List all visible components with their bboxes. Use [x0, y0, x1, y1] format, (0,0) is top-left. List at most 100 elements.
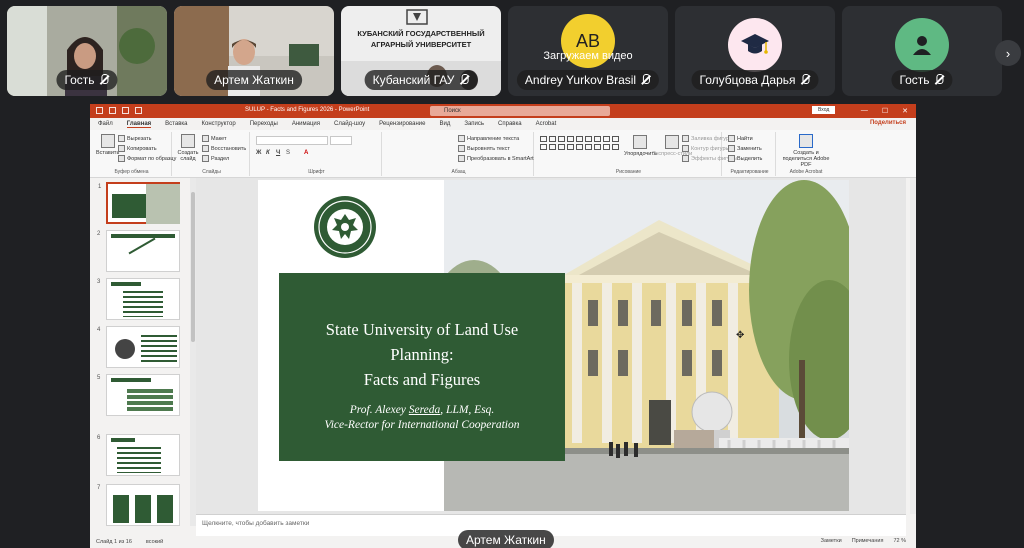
- reset-button[interactable]: Восстановить: [202, 145, 246, 152]
- shapes-gallery[interactable]: [540, 136, 619, 150]
- search-icon: [728, 135, 735, 142]
- font-color-icon[interactable]: A: [304, 150, 308, 156]
- underline-icon[interactable]: Ч: [276, 150, 280, 156]
- title-box[interactable]: State University of Land Use Planning: F…: [279, 273, 565, 461]
- participant-tile-guest-2[interactable]: Гость: [842, 6, 1002, 96]
- drawing-group: Упорядочить Экспресс-стили Заливка фигур…: [536, 132, 737, 176]
- next-participants-button[interactable]: ›: [995, 40, 1021, 66]
- mic-off-icon: [459, 74, 469, 86]
- tab-insert[interactable]: Вставка: [165, 121, 187, 127]
- share-button[interactable]: Поделиться: [870, 120, 906, 126]
- shape-outline-button[interactable]: Контур фигуры: [682, 145, 729, 152]
- avatar: [895, 18, 949, 72]
- slide-title-line: Planning:: [390, 345, 454, 364]
- select-label: Выделить: [737, 155, 763, 162]
- font-group: Ж К Ч S A Шрифт: [252, 132, 382, 176]
- tab-slideshow[interactable]: Слайд-шоу: [334, 121, 365, 127]
- participant-tile-kubsau[interactable]: КУБАНСКИЙ ГОСУДАРСТВЕННЫЙ АГРАРНЫЙ УНИВЕ…: [341, 6, 501, 96]
- slide-counter: Слайд 1 из 16: [96, 539, 132, 545]
- mic-off-icon: [641, 74, 651, 86]
- new-slide-button[interactable]: Создать слайд: [178, 134, 198, 162]
- tab-acrobat[interactable]: Acrobat: [536, 121, 557, 127]
- scroll-thumb[interactable]: [191, 192, 195, 342]
- tab-review[interactable]: Рецензирование: [379, 121, 425, 127]
- editing-group: Найти Заменить Выделить Редактирование: [724, 132, 776, 176]
- section-label: Раздел: [211, 155, 230, 162]
- slide-thumbnail[interactable]: 5: [97, 374, 180, 416]
- font-family-select[interactable]: [256, 136, 328, 145]
- participant-name: Голубцова Дарья: [691, 70, 819, 90]
- save-icon[interactable]: [109, 107, 116, 114]
- participant-tile-golubtsova[interactable]: Голубцова Дарья: [675, 6, 835, 96]
- kubsau-banner-line1: КУБАНСКИЙ ГОСУДАРСТВЕННЫЙ: [357, 29, 485, 38]
- cut-button[interactable]: Вырезать: [118, 135, 151, 142]
- accessibility-status[interactable]: всокий: [146, 539, 163, 545]
- slides-group-label: Слайды: [202, 169, 221, 175]
- tab-help[interactable]: Справка: [498, 121, 522, 127]
- minimize-icon[interactable]: —: [861, 107, 868, 115]
- tab-view[interactable]: Вид: [439, 121, 450, 127]
- mic-off-icon: [100, 74, 110, 86]
- slide-thumbnail[interactable]: 7: [97, 484, 180, 526]
- close-icon[interactable]: ✕: [902, 107, 908, 115]
- find-button[interactable]: Найти: [728, 135, 753, 142]
- bold-icon[interactable]: Ж: [256, 150, 261, 156]
- participant-name-text: Andrey Yurkov Brasil: [524, 73, 637, 87]
- replace-button[interactable]: Заменить: [728, 145, 762, 152]
- tab-design[interactable]: Конструктор: [201, 121, 235, 127]
- tab-file[interactable]: Файл: [98, 121, 113, 127]
- align-text-button[interactable]: Выровнять текст: [458, 145, 510, 152]
- copy-button[interactable]: Копировать: [118, 145, 157, 152]
- slide-thumbnail[interactable]: 2: [97, 230, 180, 272]
- slide-thumbnail[interactable]: 4: [97, 326, 180, 368]
- italic-icon[interactable]: К: [266, 150, 270, 156]
- zoom-level[interactable]: 72 %: [893, 538, 906, 544]
- maximize-icon[interactable]: ☐: [882, 107, 888, 115]
- slide-number: 4: [97, 327, 101, 333]
- slide-scrollbar[interactable]: [910, 178, 916, 514]
- align-text-icon: [458, 145, 465, 152]
- select-button[interactable]: Выделить: [728, 155, 762, 162]
- tab-animations[interactable]: Анимация: [292, 121, 320, 127]
- document-title: SULUP - Facts and Figures 2026 - PowerPo…: [245, 107, 370, 113]
- tab-transitions[interactable]: Переходы: [250, 121, 278, 127]
- author-suffix: , LLM, Esq.: [440, 404, 495, 416]
- participant-tile-andrey[interactable]: AB Загружаем видео Andrey Yurkov Brasil: [508, 6, 668, 96]
- redo-icon[interactable]: [135, 107, 142, 114]
- strikethrough-icon[interactable]: S: [286, 150, 290, 156]
- section-button[interactable]: Раздел: [202, 155, 229, 162]
- search-input[interactable]: Поиск: [430, 106, 610, 116]
- tab-record[interactable]: Запись: [464, 121, 484, 127]
- slide-thumbnail[interactable]: 6: [97, 434, 180, 476]
- outline-icon: [682, 145, 689, 152]
- participant-tile-guest-1[interactable]: Гость: [7, 6, 167, 96]
- mic-off-icon: [935, 74, 945, 86]
- arrange-icon: [633, 135, 648, 149]
- participant-tile-artem[interactable]: Артем Жаткин: [174, 6, 334, 96]
- layout-button[interactable]: Макет: [202, 135, 227, 142]
- ribbon-tabs: Файл Главная Вставка Конструктор Переход…: [90, 118, 916, 130]
- slide-number: 7: [97, 485, 101, 491]
- slide-thumbnail[interactable]: 1: [98, 182, 180, 224]
- notes-toggle-button[interactable]: Заметки: [821, 538, 842, 544]
- move-cursor-icon: ✥: [736, 330, 745, 341]
- participant-name-text: Гость: [899, 73, 930, 87]
- slide-1[interactable]: State University of Land Use Planning: F…: [258, 180, 849, 511]
- adobe-pdf-button[interactable]: Создать и поделиться Adobe PDF: [782, 134, 830, 168]
- participant-name: Гость: [891, 70, 953, 90]
- tab-home[interactable]: Главная: [126, 121, 152, 128]
- font-group-label: Шрифт: [308, 169, 325, 175]
- slide-thumbnail[interactable]: 3: [97, 278, 180, 320]
- format-painter-button[interactable]: Формат по образцу: [118, 155, 176, 162]
- paste-button[interactable]: Вставить: [96, 134, 119, 156]
- text-direction-button[interactable]: Направление текста: [458, 135, 519, 142]
- comments-button[interactable]: Примечания: [852, 538, 884, 544]
- signin-button[interactable]: Вход: [812, 106, 836, 114]
- author-prefix: Prof. Alexey: [349, 404, 409, 416]
- undo-icon[interactable]: [122, 107, 129, 114]
- smartart-button[interactable]: Преобразовать в SmartArt: [458, 155, 534, 162]
- acrobat-group-label: Adobe Acrobat: [789, 169, 823, 175]
- autosave-icon[interactable]: [96, 107, 103, 114]
- font-size-select[interactable]: [330, 136, 352, 145]
- slide-number: 5: [97, 375, 101, 381]
